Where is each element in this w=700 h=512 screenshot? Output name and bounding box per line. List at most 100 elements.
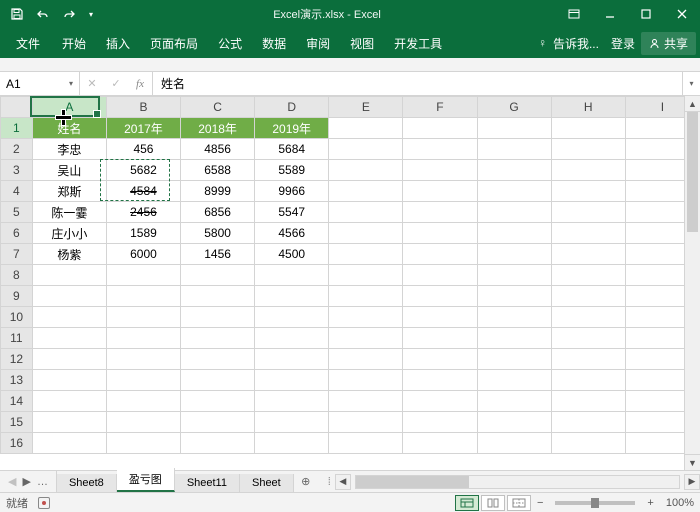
sheet-tab-Sheet[interactable]: Sheet (240, 474, 294, 492)
cell-C8[interactable] (181, 265, 255, 286)
cell-D6[interactable]: 4566 (255, 223, 329, 244)
maximize-button[interactable] (628, 0, 664, 28)
cell-F12[interactable] (403, 349, 477, 370)
cell-A5[interactable]: 陈一霎 (32, 202, 106, 223)
cell-D3[interactable]: 5589 (255, 160, 329, 181)
cell-H11[interactable] (551, 328, 625, 349)
cell-G13[interactable] (477, 370, 551, 391)
cell-D11[interactable] (255, 328, 329, 349)
scroll-down-button[interactable]: ▼ (685, 454, 700, 470)
cell-F16[interactable] (403, 433, 477, 454)
ribbon-tab-视图[interactable]: 视图 (340, 29, 384, 58)
cell-C4[interactable]: 8999 (181, 181, 255, 202)
cell-E16[interactable] (329, 433, 403, 454)
cell-A11[interactable] (32, 328, 106, 349)
row-header-8[interactable]: 8 (1, 265, 33, 286)
cell-A8[interactable] (32, 265, 106, 286)
cell-E4[interactable] (329, 181, 403, 202)
zoom-out-button[interactable]: − (533, 497, 547, 509)
spreadsheet-area[interactable]: ABCDEFGHI 1姓名2017年2018年2019年2李忠456485656… (0, 96, 700, 470)
cell-E9[interactable] (329, 286, 403, 307)
cell-G14[interactable] (477, 391, 551, 412)
cell-B10[interactable] (106, 307, 180, 328)
cell-A3[interactable]: 吴山 (32, 160, 106, 181)
column-header-F[interactable]: F (403, 97, 477, 118)
column-header-D[interactable]: D (255, 97, 329, 118)
cell-C7[interactable]: 1456 (181, 244, 255, 265)
cell-D1[interactable]: 2019年 (255, 118, 329, 139)
cell-B12[interactable] (106, 349, 180, 370)
row-header-14[interactable]: 14 (1, 391, 33, 412)
cell-E8[interactable] (329, 265, 403, 286)
zoom-slider-thumb[interactable] (591, 498, 599, 508)
cell-H14[interactable] (551, 391, 625, 412)
enter-formula-button[interactable]: ✓ (104, 77, 128, 90)
tab-nav-overflow[interactable]: … (35, 476, 50, 488)
cell-E11[interactable] (329, 328, 403, 349)
sheet-tab-Sheet8[interactable]: Sheet8 (57, 474, 117, 492)
row-header-11[interactable]: 11 (1, 328, 33, 349)
cell-A15[interactable] (32, 412, 106, 433)
cell-G8[interactable] (477, 265, 551, 286)
cell-D9[interactable] (255, 286, 329, 307)
cell-D2[interactable]: 5684 (255, 139, 329, 160)
cell-H5[interactable] (551, 202, 625, 223)
cell-D13[interactable] (255, 370, 329, 391)
cell-H10[interactable] (551, 307, 625, 328)
ribbon-tab-插入[interactable]: 插入 (96, 29, 140, 58)
cell-G2[interactable] (477, 139, 551, 160)
cell-B11[interactable] (106, 328, 180, 349)
column-header-A[interactable]: A (32, 97, 106, 118)
cell-D16[interactable] (255, 433, 329, 454)
cell-B5[interactable]: 2456 (106, 202, 180, 223)
formula-bar-expand[interactable]: ▾ (682, 72, 700, 95)
cell-E6[interactable] (329, 223, 403, 244)
cell-F6[interactable] (403, 223, 477, 244)
cell-H16[interactable] (551, 433, 625, 454)
cell-B15[interactable] (106, 412, 180, 433)
cell-H4[interactable] (551, 181, 625, 202)
name-box[interactable]: A1 ▾ (0, 72, 80, 95)
cell-E14[interactable] (329, 391, 403, 412)
cell-E13[interactable] (329, 370, 403, 391)
cell-H9[interactable] (551, 286, 625, 307)
cell-grid[interactable]: ABCDEFGHI 1姓名2017年2018年2019年2李忠456485656… (0, 96, 700, 454)
tab-nav-prev[interactable]: ▶ (20, 475, 32, 488)
cell-D4[interactable]: 9966 (255, 181, 329, 202)
cell-F10[interactable] (403, 307, 477, 328)
macro-record-icon[interactable] (38, 497, 50, 509)
view-page-layout-button[interactable] (481, 495, 505, 511)
cell-G5[interactable] (477, 202, 551, 223)
cell-E7[interactable] (329, 244, 403, 265)
cell-A12[interactable] (32, 349, 106, 370)
cell-A6[interactable]: 庄小小 (32, 223, 106, 244)
signin-link[interactable]: 登录 (611, 35, 635, 52)
cell-H8[interactable] (551, 265, 625, 286)
cell-D10[interactable] (255, 307, 329, 328)
cell-C15[interactable] (181, 412, 255, 433)
cell-F5[interactable] (403, 202, 477, 223)
zoom-slider[interactable] (555, 501, 635, 505)
cell-C10[interactable] (181, 307, 255, 328)
insert-function-button[interactable]: fx (128, 78, 152, 90)
row-header-15[interactable]: 15 (1, 412, 33, 433)
cell-E12[interactable] (329, 349, 403, 370)
cell-G7[interactable] (477, 244, 551, 265)
cell-B3[interactable]: 5682 (106, 160, 180, 181)
ribbon-tab-公式[interactable]: 公式 (208, 29, 252, 58)
cell-H3[interactable] (551, 160, 625, 181)
cell-G15[interactable] (477, 412, 551, 433)
cell-E15[interactable] (329, 412, 403, 433)
cell-H6[interactable] (551, 223, 625, 244)
column-header-C[interactable]: C (181, 97, 255, 118)
save-button[interactable] (6, 3, 28, 25)
cell-F4[interactable] (403, 181, 477, 202)
cell-A16[interactable] (32, 433, 106, 454)
row-header-13[interactable]: 13 (1, 370, 33, 391)
cell-G10[interactable] (477, 307, 551, 328)
cell-C14[interactable] (181, 391, 255, 412)
cell-E3[interactable] (329, 160, 403, 181)
cell-B8[interactable] (106, 265, 180, 286)
cell-F2[interactable] (403, 139, 477, 160)
minimize-button[interactable] (592, 0, 628, 28)
